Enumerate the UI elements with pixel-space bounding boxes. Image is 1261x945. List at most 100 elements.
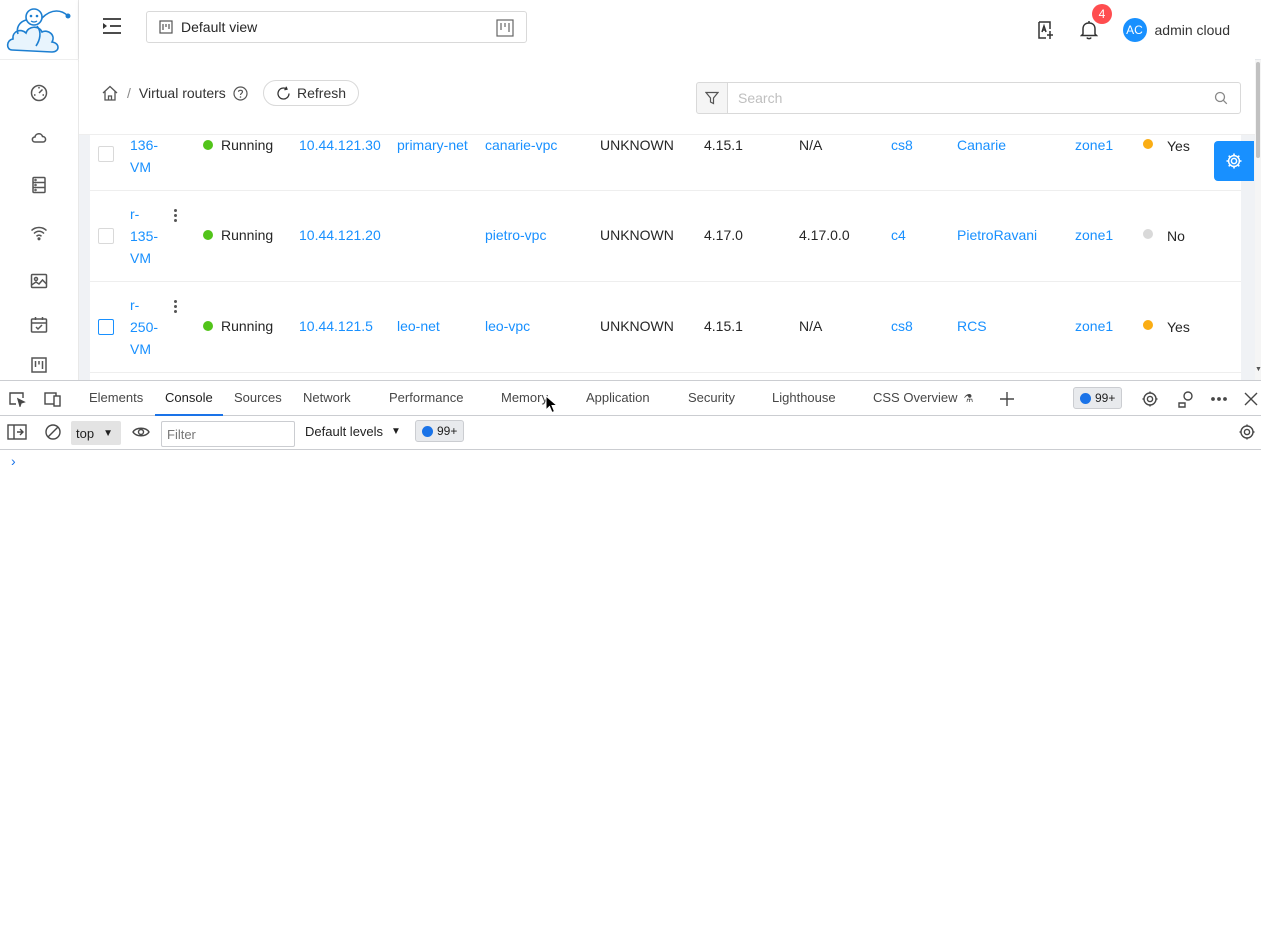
log-levels-dropdown[interactable]: Default levels ▼ <box>305 424 401 439</box>
requires-upgrade-cell: No <box>1143 225 1185 247</box>
storage-icon[interactable] <box>28 174 50 196</box>
search-box <box>727 82 1241 114</box>
dashboard-icon[interactable] <box>28 82 50 104</box>
cloudstack-logo[interactable] <box>4 2 74 56</box>
row-checkbox[interactable] <box>98 146 114 162</box>
username[interactable]: admin cloud <box>1155 22 1231 38</box>
cloud-icon[interactable] <box>28 126 50 148</box>
software-version-cell: N/A <box>799 137 823 153</box>
tab-memory[interactable]: Memory <box>501 381 548 416</box>
host-link[interactable]: cs8 <box>891 315 913 337</box>
mouse-cursor-icon <box>545 395 559 414</box>
console-filter-input[interactable] <box>162 422 294 446</box>
devtools-panel: Elements Console Sources Network Perform… <box>0 380 1261 945</box>
gear-icon <box>1226 153 1242 169</box>
tab-elements[interactable]: Elements <box>89 381 143 416</box>
zone-link[interactable]: zone1 <box>1075 224 1113 246</box>
translate-icon[interactable] <box>1036 19 1058 41</box>
vpc-link[interactable]: leo-vpc <box>485 315 530 337</box>
console-settings-gear-icon[interactable] <box>1237 422 1257 442</box>
more-actions-icon[interactable] <box>171 209 179 223</box>
more-actions-icon[interactable] <box>171 300 179 314</box>
search-input[interactable] <box>728 83 1240 113</box>
project-icon[interactable] <box>28 354 50 376</box>
message-icon <box>1080 392 1091 404</box>
customize-devtools-icon[interactable] <box>1176 389 1196 409</box>
tab-performance[interactable]: Performance <box>389 381 463 416</box>
ip-link[interactable]: 10.44.121.5 <box>299 315 373 337</box>
caret-down-icon: ▼ <box>391 426 401 437</box>
console-filter <box>161 421 295 447</box>
row-checkbox[interactable] <box>98 228 114 244</box>
header-actions: AC admin cloud <box>1036 0 1261 59</box>
account-link[interactable]: RCS <box>957 315 987 337</box>
flask-icon: ⚗ <box>963 393 974 405</box>
ip-link[interactable]: 10.44.121.30 <box>299 135 381 156</box>
menu-unfold-icon[interactable] <box>101 16 123 36</box>
refresh-button[interactable]: Refresh <box>263 80 360 106</box>
tab-lighthouse[interactable]: Lighthouse <box>772 381 836 416</box>
devtools-settings-gear-icon[interactable] <box>1140 389 1160 409</box>
zone-link[interactable]: zone1 <box>1075 135 1113 156</box>
version-cell: 4.17.0 <box>704 227 743 243</box>
zone-link[interactable]: zone1 <box>1075 315 1113 337</box>
scroll-down-arrow-icon[interactable]: ▼ <box>1255 366 1261 374</box>
live-expression-eye-icon[interactable] <box>131 422 151 442</box>
image-icon[interactable] <box>28 270 50 292</box>
tab-sources[interactable]: Sources <box>234 381 282 416</box>
software-version-cell: 4.17.0.0 <box>799 227 850 243</box>
filter-icon <box>705 91 719 105</box>
table-row[interactable]: r- 135- VM Running 10.44.121.20 pietro-vpc… <box>90 191 1241 282</box>
tab-css-overview[interactable]: CSS Overview ⚗ <box>873 381 973 416</box>
scrollbar-thumb[interactable] <box>1256 62 1260 158</box>
search-icon[interactable] <box>1214 91 1228 105</box>
sidebar-toggle-icon[interactable] <box>7 422 27 442</box>
view-selector[interactable]: Default view <box>146 11 527 43</box>
router-name-link[interactable]: r- 135- VM <box>130 203 158 269</box>
table-row[interactable]: r- 250- VM Running 10.44.121.5 leo-net leo… <box>90 282 1241 373</box>
account-link[interactable]: PietroRavani <box>957 224 1037 246</box>
breadcrumb-separator: / <box>127 85 131 101</box>
tab-console[interactable]: Console <box>155 381 223 416</box>
router-name-link[interactable]: r- 250- VM <box>130 294 158 360</box>
tab-network[interactable]: Network <box>303 381 351 416</box>
version-cell: 4.15.1 <box>704 137 743 153</box>
console-prompt[interactable]: › <box>11 453 16 469</box>
close-icon[interactable] <box>1241 389 1261 409</box>
state-cell: Running <box>203 135 273 156</box>
host-link[interactable]: cs8 <box>891 135 913 156</box>
console-toolbar: top▼ Default levels▼ 99+ <box>0 416 1261 450</box>
filter-button[interactable] <box>696 82 728 114</box>
reload-icon <box>277 86 290 100</box>
console-messages-badge[interactable]: 99+ <box>415 420 465 442</box>
inspect-element-icon[interactable] <box>7 389 27 409</box>
vpc-link[interactable]: canarie-vpc <box>485 135 557 156</box>
more-options-icon[interactable] <box>1209 389 1229 409</box>
router-name-link[interactable]: 136- VM <box>130 135 158 178</box>
issues-badge[interactable]: 99+ <box>1073 387 1123 409</box>
calendar-icon[interactable] <box>28 314 50 336</box>
network-link[interactable]: primary-net <box>397 135 468 156</box>
avatar[interactable]: AC <box>1122 17 1147 42</box>
execution-context-select[interactable]: top ▼ <box>71 421 121 445</box>
help-icon[interactable] <box>233 85 248 101</box>
device-toolbar-icon[interactable] <box>43 389 63 409</box>
clear-console-icon[interactable] <box>43 422 63 442</box>
table-row[interactable]: 136- VM Running 10.44.121.30 primary-net … <box>90 135 1241 191</box>
tab-application[interactable]: Application <box>586 381 650 416</box>
row-checkbox[interactable] <box>98 319 114 335</box>
network-link[interactable]: leo-net <box>397 315 440 337</box>
redundant-state-cell: UNKNOWN <box>600 137 674 153</box>
view-selector-label: Default view <box>181 19 258 35</box>
host-link[interactable]: c4 <box>891 224 906 246</box>
home-icon[interactable] <box>101 84 119 102</box>
tab-security[interactable]: Security <box>688 381 735 416</box>
settings-button[interactable] <box>1214 141 1254 181</box>
account-link[interactable]: Canarie <box>957 135 1006 156</box>
sidebar-divider <box>0 59 79 60</box>
ip-link[interactable]: 10.44.121.20 <box>299 224 381 246</box>
redundant-state-cell: UNKNOWN <box>600 227 674 243</box>
more-tabs-plus-icon[interactable] <box>997 389 1017 409</box>
wifi-icon[interactable] <box>28 222 50 244</box>
vpc-link[interactable]: pietro-vpc <box>485 224 546 246</box>
